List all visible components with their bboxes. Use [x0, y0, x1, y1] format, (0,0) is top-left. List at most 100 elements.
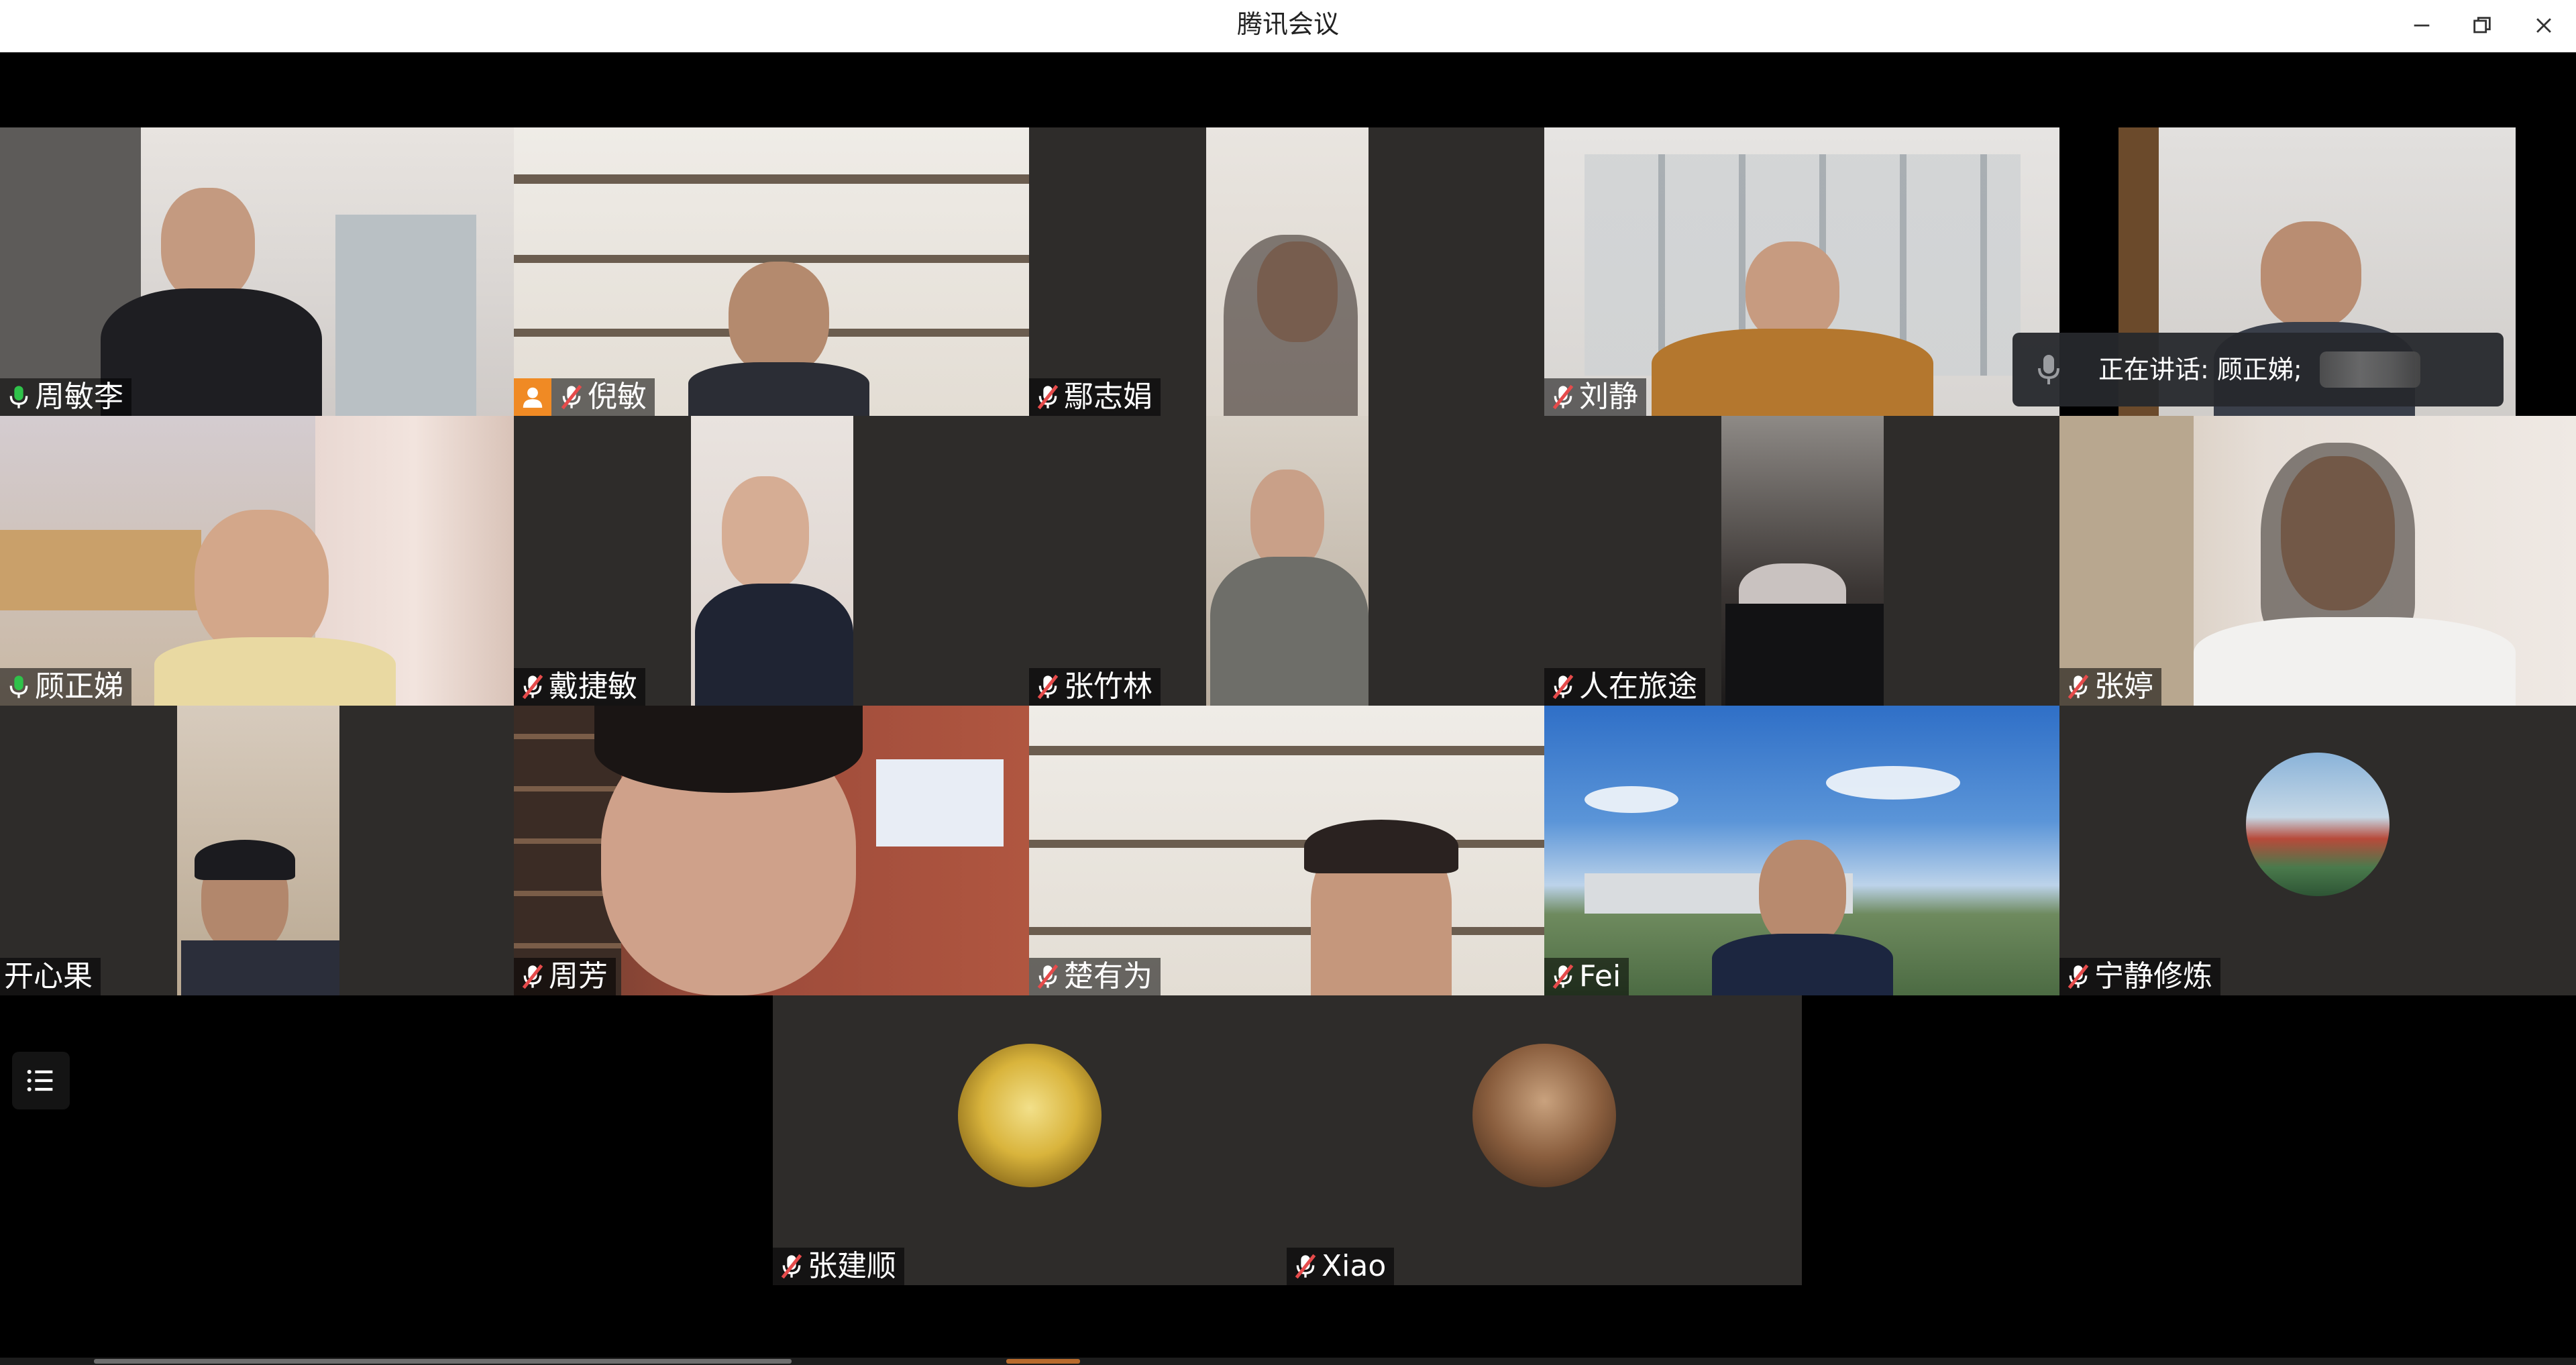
video-tile[interactable]: 刘静 [1544, 127, 2059, 416]
participant-label: Xiao [1287, 1248, 1395, 1285]
speaker-thumbnail [2320, 351, 2420, 388]
video-tile[interactable]: Fei [1544, 706, 2059, 995]
scrollbar-marker [1006, 1359, 1080, 1364]
participant-video [2059, 416, 2194, 706]
video-tile[interactable]: 倪敏 [514, 127, 1029, 416]
participant-label: 周敏李 [0, 378, 131, 416]
window-title: 腾讯会议 [1236, 9, 1339, 39]
participant-name: 开心果 [4, 959, 93, 993]
horizontal-scrollbar[interactable] [0, 1358, 2576, 1365]
video-tile[interactable]: 张建顺 [773, 995, 1287, 1285]
video-tile[interactable]: Xiao [1287, 995, 1802, 1285]
participant-video [729, 262, 829, 376]
participant-label: 周芳 [514, 958, 616, 995]
restore-icon [2473, 17, 2491, 34]
video-tile[interactable]: 开心果 [0, 706, 514, 995]
microphone-muted-icon [557, 382, 586, 412]
participant-video [2194, 617, 2516, 706]
video-tile[interactable]: 鄢志娟 [1029, 127, 1544, 416]
participant-name: 鄢志娟 [1064, 380, 1152, 414]
video-tile[interactable]: 人在旅途 [1544, 416, 2059, 706]
list-icon [27, 1069, 53, 1092]
participant-label: 开心果 [0, 958, 101, 995]
participant-video [1029, 746, 1544, 755]
participant-video [1712, 934, 1893, 995]
participant-video [594, 706, 863, 793]
microphone-muted-icon [518, 962, 547, 991]
video-tile[interactable]: 张竹林 [1029, 416, 1544, 706]
participant-label: 倪敏 [514, 378, 655, 416]
participant-name: 刘静 [1579, 380, 1638, 414]
participant-name: 戴捷敏 [549, 669, 637, 704]
video-tile[interactable]: 顾正娣 [0, 416, 514, 706]
microphone-muted-icon [518, 672, 547, 702]
participant-name: 倪敏 [588, 380, 647, 414]
participant-label: 刘静 [1544, 378, 1646, 416]
minimize-button[interactable] [2395, 5, 2449, 46]
participant-name: Xiao [1322, 1249, 1387, 1283]
participant-label: 楚有为 [1029, 958, 1161, 995]
participant-label: 张婷 [2059, 668, 2161, 706]
participant-video [1029, 840, 1544, 848]
participant-avatar [958, 1044, 1102, 1187]
microphone-muted-icon [2063, 962, 2093, 991]
participant-list-button[interactable] [12, 1052, 70, 1109]
video-tile[interactable]: 楚有为 [1029, 706, 1544, 995]
close-button[interactable] [2517, 5, 2571, 46]
participant-name: Fei [1579, 959, 1621, 993]
participant-video [195, 510, 329, 657]
participant-video [195, 840, 295, 880]
microphone-muted-icon [1033, 382, 1063, 412]
participant-label: 人在旅途 [1544, 668, 1705, 706]
video-tile[interactable]: 周芳 [514, 706, 1029, 995]
participant-video [0, 530, 201, 610]
participant-name: 顾正娣 [35, 669, 123, 704]
microphone-muted-icon [1548, 962, 1578, 991]
microphone-muted-icon [1033, 672, 1063, 702]
participant-video [1759, 840, 1846, 947]
participant-name: 张建顺 [808, 1249, 896, 1283]
participant-video [722, 476, 809, 590]
participant-label: 顾正娣 [0, 668, 131, 706]
participant-video [101, 288, 322, 416]
participant-video [2261, 443, 2415, 644]
microphone-muted-icon [2063, 672, 2093, 702]
participant-label: Fei [1544, 958, 1629, 995]
participant-video [688, 362, 869, 416]
host-icon [514, 378, 551, 416]
video-tile[interactable]: 张婷 [2059, 416, 2576, 706]
close-icon [2536, 18, 2551, 33]
participant-video [876, 759, 1004, 847]
video-tile[interactable]: 周敏李 [0, 127, 514, 416]
participant-avatar [1472, 1044, 1616, 1187]
participant-video [1224, 235, 1358, 416]
minimize-icon [2414, 24, 2430, 27]
participant-video [1029, 927, 1544, 935]
participant-name: 人在旅途 [1579, 669, 1697, 704]
restore-button[interactable] [2455, 5, 2509, 46]
microphone-on-icon [4, 382, 34, 412]
microphone-icon [2038, 355, 2059, 384]
microphone-muted-icon [1548, 382, 1578, 412]
participant-video [1585, 786, 1678, 813]
title-bar: 腾讯会议 [0, 0, 2576, 52]
microphone-on-icon [4, 672, 34, 702]
participant-name: 周芳 [549, 959, 608, 993]
video-tile[interactable]: 戴捷敏 [514, 416, 1029, 706]
participant-name: 张竹林 [1064, 669, 1152, 704]
participant-label: 宁静修炼 [2059, 958, 2220, 995]
participant-name: 张婷 [2094, 669, 2153, 704]
microphone-muted-icon [1033, 962, 1063, 991]
participant-label: 张建顺 [773, 1248, 904, 1285]
participant-video [1652, 329, 1933, 416]
speaking-indicator: 正在讲话: 顾正娣; [2012, 333, 2504, 406]
speaking-text: 正在讲话: 顾正娣; [2098, 355, 2302, 384]
participant-video [181, 940, 339, 995]
participant-name: 宁静修炼 [2094, 959, 2212, 993]
participant-video [154, 637, 396, 706]
scrollbar-thumb[interactable] [94, 1359, 792, 1364]
participant-name: 周敏李 [35, 380, 123, 414]
video-tile[interactable]: 宁静修炼 [2059, 706, 2576, 995]
participant-video [2261, 221, 2361, 329]
microphone-muted-icon [1548, 672, 1578, 702]
